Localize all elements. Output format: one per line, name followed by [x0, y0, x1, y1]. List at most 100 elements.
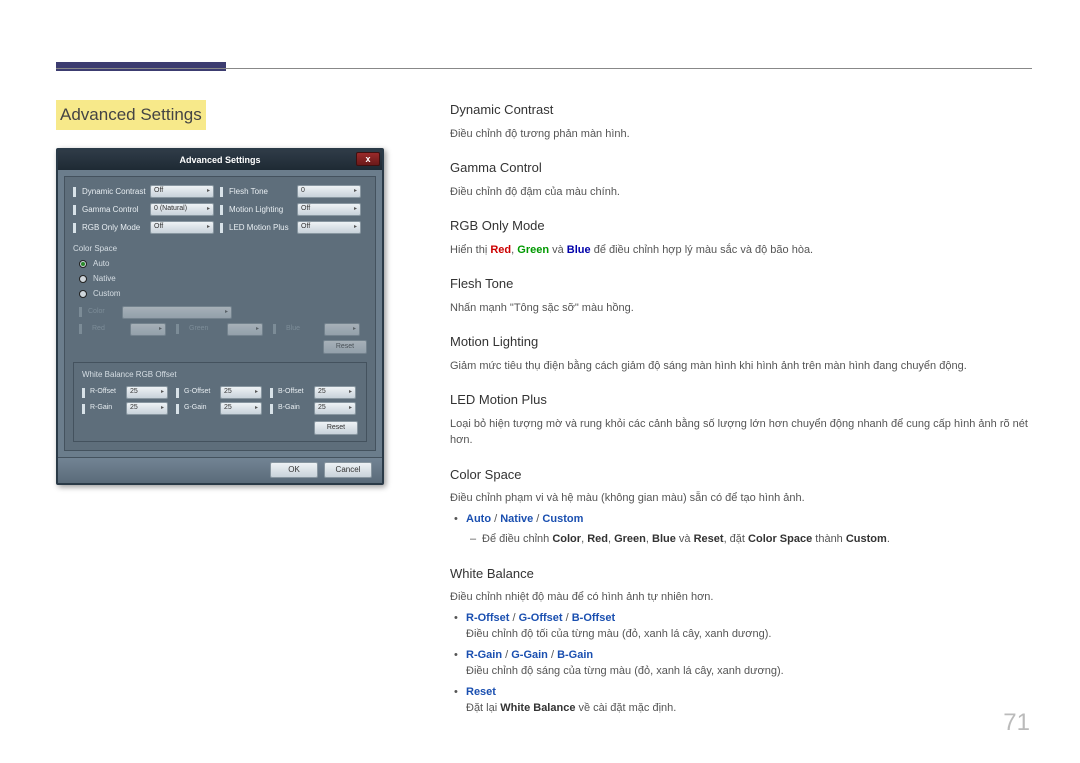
chevron-right-icon: ▸: [207, 223, 210, 232]
page-number: 71: [1003, 705, 1030, 741]
select-value: 0: [301, 186, 305, 197]
chevron-right-icon: ▸: [255, 404, 258, 413]
rgb-label: Green: [189, 324, 223, 335]
radio-custom[interactable]: [79, 290, 87, 298]
chevron-right-icon: ▸: [353, 325, 356, 334]
osd-panel: Advanced Settings x Dynamic ContrastOff▸…: [56, 148, 384, 485]
paragraph: Giảm mức tiêu thụ điện bằng cách giảm độ…: [450, 358, 1030, 375]
paragraph: Điều chỉnh nhiệt độ màu để có hình ảnh t…: [450, 589, 1030, 606]
text-reset: Reset: [694, 533, 724, 545]
b-gain-label: B-Gain: [557, 649, 593, 661]
heading-gamma: Gamma Control: [450, 158, 1030, 178]
chevron-right-icon: ▸: [354, 205, 357, 214]
color-label: Color: [88, 307, 122, 318]
text: /: [491, 513, 500, 525]
g-gain-select[interactable]: 25 ▸: [220, 402, 262, 415]
text: Đặt lại: [466, 702, 500, 714]
heading-rgb-only: RGB Only Mode: [450, 216, 1030, 236]
paragraph: Điều chỉnh độ đậm của màu chính.: [450, 184, 1030, 201]
radio-label: Custom: [93, 288, 121, 300]
text: Điều chỉnh độ tối của từng màu (đỏ, xanh…: [466, 628, 771, 640]
select-value: 25: [130, 403, 138, 414]
radio-label: Native: [93, 273, 116, 285]
red-label: Red: [490, 244, 511, 256]
chevron-right-icon: ▸: [256, 325, 259, 334]
chevron-right-icon: ▸: [225, 308, 228, 317]
g-offset-select[interactable]: 25▸: [220, 386, 262, 399]
select-value: 25: [130, 387, 138, 398]
paragraph: Hiển thị Red, Green và Blue để điều chỉn…: [450, 242, 1030, 259]
b-gain-select[interactable]: 25 ▸: [314, 402, 356, 415]
text: Điều chỉnh độ sáng của từng màu (đỏ, xan…: [466, 665, 784, 677]
wb-label: R-Gain: [90, 403, 126, 414]
row-label: Motion Lighting: [229, 204, 297, 216]
paragraph: Điều chỉnh phạm vi và hệ màu (không gian…: [450, 490, 1030, 507]
wb-label: B-Gain: [278, 403, 314, 414]
radio-auto[interactable]: [79, 260, 87, 268]
select-value: 25: [318, 403, 326, 414]
option-native: Native: [500, 513, 533, 525]
osd-title: Advanced Settings: [179, 155, 260, 165]
text: về cài đặt mặc định.: [575, 702, 676, 714]
wb-label: B-Offset: [278, 387, 314, 398]
reset-wb-button[interactable]: Reset: [314, 421, 358, 435]
option-auto: Auto: [466, 513, 491, 525]
gamma-select[interactable]: 0 (Natural) ▸: [150, 203, 214, 216]
b-offset-select[interactable]: 25▸: [314, 386, 356, 399]
color-space-heading: Color Space: [73, 243, 367, 255]
row-label: Flesh Tone: [229, 186, 297, 198]
color-select: ▸: [122, 306, 232, 319]
heading-color-space: Color Space: [450, 465, 1030, 485]
osd-titlebar: Advanced Settings x: [58, 150, 382, 170]
close-button[interactable]: x: [356, 152, 380, 166]
select-value: Off: [301, 204, 310, 215]
r-offset-select[interactable]: 25▸: [126, 386, 168, 399]
chevron-right-icon: ▸: [207, 205, 210, 214]
chevron-right-icon: ▸: [349, 388, 352, 397]
green-label: Green: [517, 244, 549, 256]
reset-label: Reset: [466, 686, 496, 698]
option-custom: Custom: [542, 513, 583, 525]
white-balance-panel: White Balance RGB Offset R-Offset25▸ R-G…: [73, 362, 367, 442]
flesh-tone-select[interactable]: 0▸: [297, 185, 361, 198]
row-label: Gamma Control: [82, 204, 150, 216]
select-value: 25: [224, 403, 232, 414]
list-item: Để điều chỉnh Color, Red, Green, Blue và…: [482, 531, 1030, 548]
rgb-only-select[interactable]: Off▸: [150, 221, 214, 234]
section-title: Advanced Settings: [56, 100, 206, 130]
wb-label: R-Offset: [90, 387, 126, 398]
cancel-button[interactable]: Cancel: [324, 462, 372, 478]
motion-lighting-select[interactable]: Off ▸: [297, 203, 361, 216]
osd-footer: OK Cancel: [58, 457, 382, 483]
chevron-right-icon: ▸: [354, 223, 357, 232]
g-gain-label: G-Gain: [511, 649, 548, 661]
text: Hiển thị: [450, 244, 490, 256]
wb-label: G-Offset: [184, 387, 220, 398]
text-colorspace: Color Space: [748, 533, 812, 545]
text: /: [548, 649, 557, 661]
paragraph: Loại bỏ hiện tượng mờ và rung khỏi các c…: [450, 416, 1030, 449]
select-value: 0 (Natural): [154, 204, 187, 215]
led-motion-select[interactable]: Off▸: [297, 221, 361, 234]
text: /: [502, 649, 511, 661]
r-gain-select[interactable]: 25 ▸: [126, 402, 168, 415]
text-red: Red: [587, 533, 608, 545]
text-blue: Blue: [652, 533, 676, 545]
chevron-right-icon: ▸: [349, 404, 352, 413]
dynamic-contrast-select[interactable]: Off▸: [150, 185, 214, 198]
green-select: ▸: [227, 323, 263, 336]
blue-label: Blue: [567, 244, 591, 256]
ok-button[interactable]: OK: [270, 462, 318, 478]
chevron-right-icon: ▸: [255, 388, 258, 397]
text: /: [509, 612, 518, 624]
text-whitebalance: White Balance: [500, 702, 575, 714]
rgb-label: Red: [92, 324, 126, 335]
list-item: R-Gain / G-Gain / B-Gain Điều chỉnh độ s…: [466, 647, 1030, 680]
wb-label: G-Gain: [184, 403, 220, 414]
chevron-right-icon: ▸: [161, 404, 164, 413]
chevron-right-icon: ▸: [207, 187, 210, 196]
red-select: ▸: [130, 323, 166, 336]
left-column: Advanced Settings Advanced Settings x Dy…: [56, 100, 386, 485]
radio-native[interactable]: [79, 275, 87, 283]
row-label: LED Motion Plus: [229, 222, 297, 234]
